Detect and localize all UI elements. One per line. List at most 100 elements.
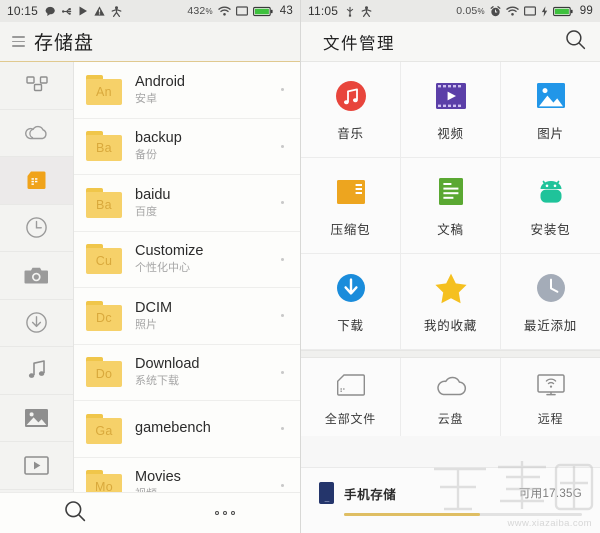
row-marker-dot (281, 370, 284, 374)
cloud-outline-icon (433, 367, 469, 403)
page-title: 文件管理 (323, 34, 395, 53)
grid-cell-cloud[interactable]: 云盘 (401, 358, 501, 436)
file-row[interactable]: Mo Movies 视频 (74, 458, 300, 492)
file-row[interactable]: Do Download 系统下载 (74, 345, 300, 401)
file-name: gamebench (135, 419, 211, 436)
play-icon (79, 6, 88, 16)
grid-label: 全部文件 (324, 412, 377, 426)
sidebar-item-recent[interactable] (0, 205, 73, 252)
file-row[interactable]: An Android 安卓 (74, 62, 300, 119)
row-marker-dot (281, 257, 284, 261)
folder-badge: Mo (95, 480, 113, 492)
file-name: Movies (135, 469, 181, 486)
storage-label: 手机存储 (344, 487, 397, 502)
sim-icon (235, 6, 248, 16)
file-list[interactable]: An Android 安卓 Ba backup 备份 Ba baidu 百度 C… (74, 62, 300, 492)
grid-cell-download[interactable]: 下载 (301, 254, 401, 349)
wifi-icon (506, 6, 519, 16)
sidebar-item-downloads[interactable] (0, 300, 73, 347)
grid-label: 图片 (537, 126, 564, 141)
storage-summary[interactable]: 手机存储 可用17.35G (301, 467, 600, 533)
storage-progress-track (344, 513, 582, 516)
sidebar-item-videos[interactable] (0, 442, 73, 490)
grid-cell-all-files[interactable]: 全部文件 (301, 358, 401, 436)
sidebar-item-categories[interactable] (0, 62, 73, 110)
image-icon (24, 408, 49, 428)
left-body: An Android 安卓 Ba backup 备份 Ba baidu 百度 C… (0, 62, 300, 522)
folder-icon: Ba (86, 131, 122, 162)
file-name: Customize (135, 243, 204, 260)
grid-cell-archive[interactable]: 压缩包 (301, 158, 401, 253)
folder-badge: Dc (96, 310, 112, 325)
android-icon (533, 174, 569, 210)
status-left-icons (45, 5, 122, 17)
file-names: Customize 个性化中心 (135, 243, 281, 275)
file-subtitle: 安卓 (135, 92, 157, 105)
folder-icon: Dc (86, 300, 122, 331)
sidebar-item-cloud[interactable] (0, 110, 73, 157)
grid-cell-favorites[interactable]: 我的收藏 (401, 254, 501, 349)
grid-label: 最近添加 (523, 318, 578, 333)
grid-label: 云盘 (437, 412, 464, 426)
video-play-icon (24, 455, 49, 475)
grid-cell-documents[interactable]: 文稿 (401, 158, 501, 253)
picture-icon (533, 78, 569, 114)
right-title-bar: 文件管理 (301, 22, 600, 62)
category-grid: 音乐 视频 图片 压缩包 文稿 安装包 下载 我的收藏 最近添加 全部文件 云盘… (301, 62, 600, 436)
folder-icon: Mo (86, 470, 122, 492)
warning-icon (94, 6, 105, 16)
file-row[interactable]: Cu Customize 个性化中心 (74, 232, 300, 288)
battery-icon (552, 6, 573, 17)
search-icon (565, 29, 586, 54)
sidebar-item-storage[interactable] (0, 157, 73, 205)
row-marker-dot (281, 427, 284, 431)
grid-cell-recent[interactable]: 最近添加 (501, 254, 600, 349)
grid-label: 我的收藏 (423, 318, 478, 333)
grid-row: 音乐 视频 图片 (301, 62, 600, 158)
folder-badge: Ga (95, 423, 113, 438)
file-row[interactable]: Ba backup 备份 (74, 119, 300, 175)
grid-row: 压缩包 文稿 安装包 (301, 158, 600, 254)
grid-cell-apk[interactable]: 安装包 (501, 158, 600, 253)
hamburger-icon[interactable] (12, 36, 25, 47)
grid-label: 音乐 (337, 126, 364, 141)
file-names: Movies 视频 (135, 469, 281, 492)
file-names: Download 系统下载 (135, 356, 281, 388)
grid-cell-pictures[interactable]: 图片 (501, 62, 600, 157)
row-marker-dot (281, 201, 284, 205)
grid-cell-video[interactable]: 视频 (401, 62, 501, 157)
phone-icon (319, 482, 334, 504)
file-names: backup 备份 (135, 130, 281, 162)
grid-cell-music[interactable]: 音乐 (301, 62, 401, 157)
cloud-icon (24, 124, 49, 141)
file-row[interactable]: Ba baidu 百度 (74, 175, 300, 232)
sidebar-item-music[interactable] (0, 347, 73, 395)
dual-phone-screenshot: 10:15 432% 43 存储盘 An Android 安卓 Ba backu… (0, 0, 600, 533)
sdcard-outline-icon (333, 367, 369, 403)
folder-badge: Ba (96, 197, 112, 212)
grid-row: 全部文件 云盘 远程 (301, 358, 600, 436)
sidebar-item-pictures[interactable] (0, 395, 73, 442)
file-name: Android (135, 73, 185, 90)
search-button[interactable] (0, 500, 150, 527)
star-icon (433, 270, 469, 306)
file-name: baidu (135, 186, 171, 203)
file-row[interactable]: Ga gamebench (74, 401, 300, 458)
grid-squares-icon (25, 76, 48, 95)
storage-row: 手机存储 可用17.35G (319, 482, 582, 504)
more-options-button[interactable] (150, 511, 300, 515)
grid-cell-remote[interactable]: 远程 (501, 358, 600, 436)
wifi-icon (218, 6, 231, 16)
sidebar-item-camera[interactable] (0, 252, 73, 300)
clock-icon (25, 216, 48, 239)
left-status-bar: 10:15 432% 43 (0, 0, 300, 22)
grid-label: 视频 (437, 126, 464, 141)
camera-icon (24, 266, 49, 285)
download-circle-icon (333, 270, 369, 306)
grid-label: 文稿 (437, 222, 464, 237)
search-button[interactable] (565, 29, 586, 55)
grid-label: 远程 (537, 412, 564, 426)
data-rate-value: 432% (187, 5, 213, 17)
file-row[interactable]: Dc DCIM 照片 (74, 288, 300, 345)
usb-icon (62, 6, 73, 17)
